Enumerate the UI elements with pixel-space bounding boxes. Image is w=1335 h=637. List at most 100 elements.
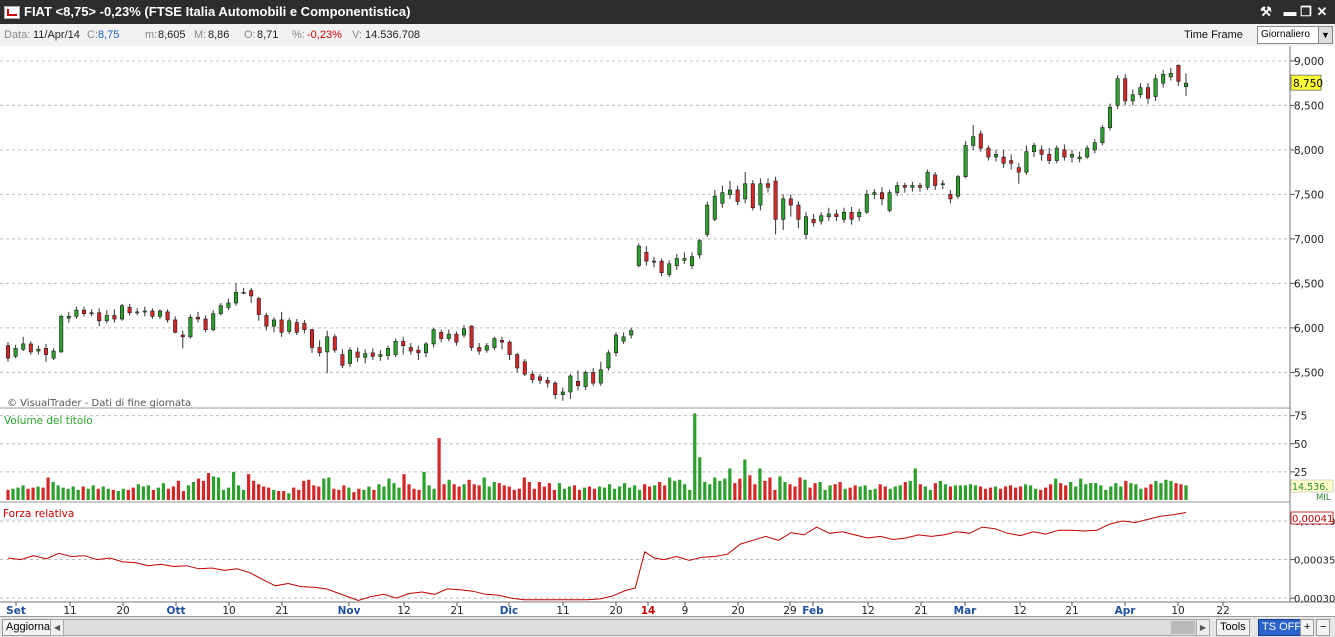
scroll-thumb[interactable] [1171,621,1195,634]
candle-body [363,353,368,358]
price-tick-label: 6,500 [1294,278,1324,290]
date-tick-label: 14 [641,605,656,616]
volume-bar [51,482,55,500]
volume-bar [743,459,747,500]
volume-bar [923,486,927,500]
minimize-button[interactable]: ▬ [1282,3,1298,21]
volume-bar [41,487,45,500]
volume-bar [156,487,160,500]
volume-bar [477,485,481,500]
volume-bar [918,484,922,500]
volume-bar [622,483,627,500]
dropdown-arrow-icon[interactable]: ▼ [1318,27,1332,43]
close-value: 8,75 [98,29,120,41]
ts-off-button[interactable]: TS OFF [1258,619,1306,636]
volume-bar [798,477,802,500]
candle-body [477,347,482,352]
volume-bar [713,477,717,500]
close-label: C: [87,29,98,41]
volume-bar [116,491,120,500]
window-titlebar: FIAT <8,75> -0,23% (FTSE Italia Automobi… [0,0,1335,24]
candle-body [1153,78,1158,97]
candle-body [188,316,193,338]
volume-bar [161,483,165,500]
volume-bar [322,478,326,500]
candle-body [325,336,330,353]
volume-bar [1044,487,1048,500]
date-tick-label: Mar [954,605,978,616]
timeframe-select[interactable]: Giornaliero ▼ [1257,26,1333,44]
candle-body [933,174,938,186]
volume-bar [567,486,572,500]
candle-body [1146,87,1151,99]
volume-bar [532,488,536,500]
candle-body [13,348,18,357]
scroll-right-icon[interactable]: ▶ [1196,620,1209,635]
volume-bar [267,487,271,500]
volume-bar [186,485,191,500]
volume-bar [748,475,752,500]
candle-body [644,251,649,262]
volume-bar [843,488,847,500]
volume-value: 14.536.708 [365,29,421,41]
date-tick-label: 12 [1013,605,1026,616]
volume-bar [487,486,491,500]
candle-body [895,185,900,193]
volume-bar [272,489,276,500]
candle-body [598,369,603,384]
candle-body [36,348,41,352]
rs-tick-label: 0,00030 [1294,594,1335,605]
horizontal-scrollbar[interactable]: ◀ ▶ [50,619,1210,636]
copyright-note: © VisualTrader - Dati di fine giornata [7,398,191,409]
tools-icon[interactable]: ⚒ [1258,3,1274,21]
candle-body [439,332,444,339]
candle-body [431,329,436,345]
candle-body [1009,160,1014,164]
timeframe-value: Giornaliero [1261,29,1310,40]
candle-body [158,310,163,317]
candle-body [727,189,732,195]
candle-body [347,349,352,364]
candle-body [963,145,968,177]
volume-bar [582,487,587,500]
volume-bar [933,483,937,500]
candle-body [469,325,474,348]
candle-body [256,298,261,315]
rs-title: Forza relativa [3,508,74,520]
scroll-left-icon[interactable]: ◀ [51,620,64,635]
candle-body [971,136,976,146]
candle-body [879,192,884,200]
aggiorna-button[interactable]: Aggiorna [2,619,55,636]
volume-bar [412,488,416,500]
candle-body [537,376,542,381]
candle-body [720,192,725,204]
zoom-in-button[interactable]: + [1300,619,1315,636]
date-tick-label: 12 [397,605,410,616]
candle-body [613,334,618,354]
volume-bar [342,485,346,500]
candle-body [689,256,694,266]
zoom-out-button[interactable]: − [1316,619,1331,636]
candle-body [1176,65,1181,82]
volume-bar [718,480,722,500]
close-button[interactable]: ✕ [1314,3,1330,21]
volume-bar [557,483,562,500]
volume-bar [607,484,612,500]
candle-body [97,312,102,322]
volume-bar [297,489,301,500]
volume-bar [868,489,872,500]
restore-button[interactable]: ❐ [1298,3,1314,21]
candle-body [819,215,824,222]
volume-bar [1059,483,1063,500]
candle-body [659,260,664,274]
candle-body [1161,73,1166,84]
chart-area[interactable]: 9,000 8,500 8,000 7,500 7,000 6,500 6,000 5,500… [0,46,1335,616]
volume-bar [683,484,687,500]
candle-body [6,345,11,359]
open-value: 8,71 [257,29,279,41]
volume-bar [1129,483,1133,500]
candle-body [674,258,679,266]
candle-body [811,219,816,224]
tools-button[interactable]: Tools [1216,619,1250,636]
candle-body [872,192,877,195]
